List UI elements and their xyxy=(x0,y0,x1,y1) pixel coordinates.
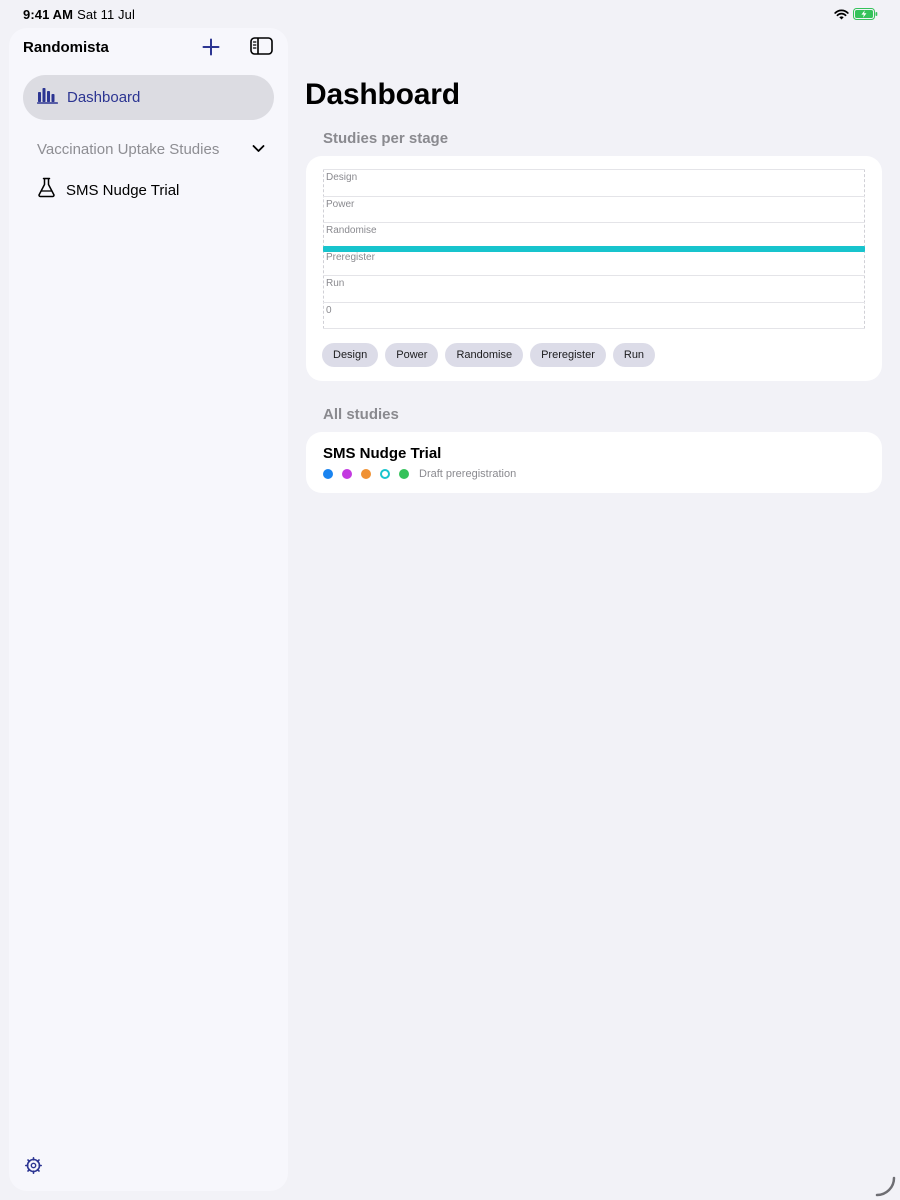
sidebar-header: Randomista xyxy=(9,28,288,68)
chart-row: Run xyxy=(323,275,865,302)
settings-button[interactable] xyxy=(24,1157,42,1179)
chart-section-title: Studies per stage xyxy=(323,130,449,147)
gear-icon xyxy=(24,1157,42,1179)
chevron-down-icon[interactable] xyxy=(252,140,265,158)
sidebar-item-label: SMS Nudge Trial xyxy=(66,181,180,199)
category-label: Randomise xyxy=(326,225,377,236)
app-title: Randomista xyxy=(23,39,109,56)
chart-row: Design xyxy=(323,169,865,196)
bar-chart-icon xyxy=(37,87,58,109)
chart-row: Preregister xyxy=(323,249,865,276)
sidebar-item-dashboard[interactable]: Dashboard xyxy=(23,75,274,120)
x-axis-row: 0 xyxy=(323,302,865,329)
category-label: Power xyxy=(326,198,355,210)
sidebar-item-sms-nudge-trial[interactable]: SMS Nudge Trial xyxy=(37,177,180,203)
plus-icon xyxy=(202,38,220,61)
status-icons xyxy=(834,7,878,25)
sidebar-item-label: Dashboard xyxy=(67,89,141,106)
bar-chart: Design Power Randomise Preregister Run 0 xyxy=(323,169,865,329)
study-name: SMS Nudge Trial xyxy=(323,445,442,462)
section-header-vaccination[interactable]: Vaccination Uptake Studies xyxy=(37,138,265,160)
chart-row: Randomise xyxy=(323,222,865,249)
legend-chip-run[interactable]: Run xyxy=(612,343,656,367)
studies-section-title: All studies xyxy=(323,406,399,423)
study-card[interactable]: SMS Nudge Trial Draft preregistration xyxy=(306,432,882,493)
section-header-label: Vaccination Uptake Studies xyxy=(37,140,220,158)
chart-card: Design Power Randomise Preregister Run 0 Desi… xyxy=(306,156,882,381)
add-button[interactable] xyxy=(199,37,223,61)
legend-chip-preregister[interactable]: Preregister xyxy=(530,343,606,367)
flask-icon xyxy=(37,177,56,203)
category-label: Design xyxy=(326,172,358,183)
study-status-text: Draft preregistration xyxy=(419,468,517,480)
legend-chip-design[interactable]: Design xyxy=(322,343,379,367)
toggle-sidebar-button[interactable] xyxy=(248,36,274,60)
status-clock: 9:41 AM xyxy=(23,7,74,22)
stage-dot xyxy=(342,469,352,479)
sidebar-toggle-icon xyxy=(249,36,273,60)
legend-chip-randomise[interactable]: Randomise xyxy=(445,343,524,367)
category-label: Preregister xyxy=(326,251,375,263)
battery-icon xyxy=(853,7,878,25)
study-stage-indicators: Draft preregistration xyxy=(323,468,516,480)
legend-chip-power[interactable]: Power xyxy=(385,343,439,367)
sidebar: Randomista Dashboard Vaccination Uptake … xyxy=(9,28,288,1191)
status-bar: 9:41 AM Sat 11 Jul xyxy=(0,0,900,28)
stage-dot xyxy=(361,469,371,479)
bar-preregister xyxy=(323,245,865,252)
stage-dot xyxy=(323,469,333,479)
x-tick-label: 0 xyxy=(326,304,332,316)
chart-legend: Design Power Randomise Preregister Run xyxy=(322,343,656,367)
status-date: Sat 11 Jul xyxy=(77,7,135,22)
page-title: Dashboard xyxy=(305,78,460,111)
wifi-icon xyxy=(834,7,849,25)
x-axis-line xyxy=(323,328,865,329)
category-label: Run xyxy=(326,278,345,289)
stage-dot xyxy=(399,469,409,479)
status-time: 9:41 AM Sat 11 Jul xyxy=(23,7,135,22)
resize-handle[interactable] xyxy=(873,1174,897,1198)
chart-row: Power xyxy=(323,196,865,223)
stage-dot xyxy=(380,469,390,479)
